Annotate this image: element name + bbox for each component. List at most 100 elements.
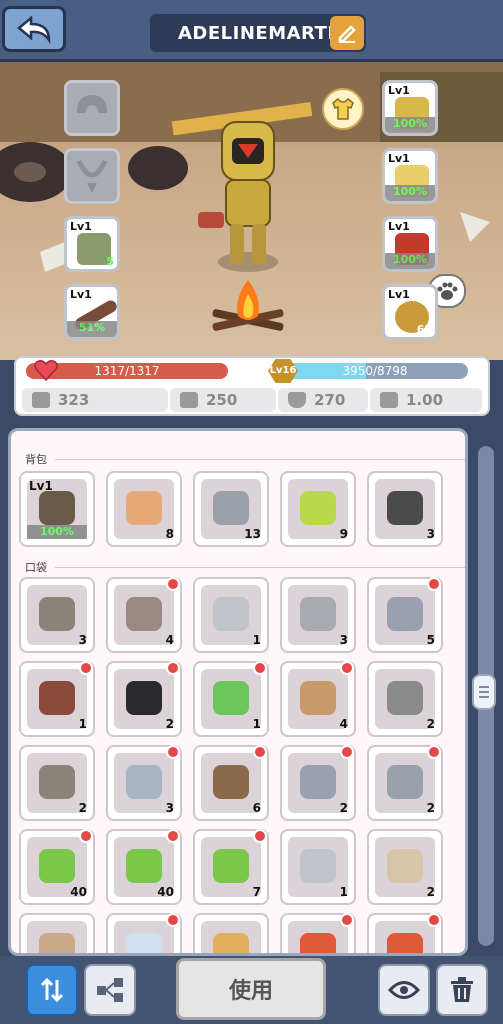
inventory-item[interactable]: 3: [19, 577, 95, 653]
metal-bracket-icon: [300, 765, 336, 799]
item-quantity: 2: [78, 801, 87, 815]
item-background: [114, 921, 174, 953]
pocket-section-header: 口袋: [25, 559, 465, 575]
sort-button[interactable]: [26, 964, 78, 1016]
spring-icon: [126, 597, 162, 631]
inventory-item[interactable]: 3: [280, 577, 356, 653]
edit-name-button[interactable]: [330, 16, 364, 50]
helmet-slot-empty[interactable]: [64, 80, 120, 136]
inventory-item[interactable]: 2: [367, 829, 443, 905]
slot-level: Lv1: [388, 152, 410, 165]
inventory-item[interactable]: 3: [106, 745, 182, 821]
slot-durability: 51%: [67, 321, 117, 337]
inventory-item[interactable]: 40: [106, 829, 182, 905]
metal-plate-icon: [213, 597, 249, 631]
inventory-item[interactable]: 8: [106, 471, 182, 547]
inventory-item[interactable]: 9: [280, 471, 356, 547]
inventory-item[interactable]: [367, 913, 443, 953]
helmet-silhouette-icon: [77, 95, 107, 113]
item-quantity: 1: [339, 885, 348, 899]
metal-plate-icon: [300, 849, 336, 883]
cabbage-icon: [39, 849, 75, 883]
goggles-slot[interactable]: Lv1 62: [382, 284, 438, 340]
xp-text: 3950/8798: [342, 364, 408, 378]
inventory-item[interactable]: [106, 913, 182, 953]
outfit-button[interactable]: [322, 88, 364, 130]
shirt-icon: [332, 97, 354, 120]
inventory-item[interactable]: 1: [193, 577, 269, 653]
inventory-item[interactable]: [19, 913, 95, 953]
paw-icon: [437, 282, 458, 300]
delete-button[interactable]: [436, 964, 488, 1016]
inventory-item[interactable]: [280, 913, 356, 953]
use-button[interactable]: 使用: [176, 958, 326, 1020]
syringe-icon: [300, 491, 336, 525]
bread-icon: [387, 849, 423, 883]
scrollbar-thumb[interactable]: [472, 674, 496, 710]
inventory-item[interactable]: 5: [367, 577, 443, 653]
item-background: [288, 921, 348, 953]
weapon-slot[interactable]: Lv1 51%: [64, 284, 120, 340]
player-name-bar: ADELINEMARTI: [150, 14, 366, 52]
inventory-item[interactable]: 2: [367, 745, 443, 821]
inventory-item[interactable]: 1: [19, 661, 95, 737]
item-quantity: 3: [426, 527, 435, 541]
pencil-icon: [338, 25, 356, 43]
new-item-badge: [166, 829, 180, 843]
inventory-item[interactable]: 2: [280, 745, 356, 821]
necklace-slot-empty[interactable]: [64, 148, 120, 204]
item-level: Lv1: [29, 479, 53, 493]
inventory-panel: 背包 口袋 Lv1 100% 8 13 9 3 3 4 1 3 5 1 2 1 4 2 2 3 6 2 2 40 40 7 1 2: [8, 428, 468, 956]
armor-slot[interactable]: Lv1 100%: [382, 148, 438, 204]
wire-coil-icon: [300, 597, 336, 631]
cabbage-icon: [213, 849, 249, 883]
new-item-badge: [166, 745, 180, 759]
eye-icon: [388, 981, 420, 999]
item-quantity: 2: [426, 885, 435, 899]
slot-level: Lv1: [388, 288, 410, 301]
inventory-item[interactable]: 4: [106, 577, 182, 653]
share-button[interactable]: [84, 964, 136, 1016]
share-nodes-icon: [97, 978, 123, 1002]
paper-icon: [126, 933, 162, 953]
slot-durability: 100%: [385, 117, 435, 133]
crit-sword-icon: [380, 392, 398, 408]
item-background: [375, 921, 435, 953]
new-item-badge: [253, 829, 267, 843]
backpack-slot[interactable]: Lv1 5: [64, 216, 120, 272]
inventory-item[interactable]: [193, 913, 269, 953]
inventory-item[interactable]: 1: [193, 661, 269, 737]
slot-durability: 100%: [385, 253, 435, 269]
inventory-item[interactable]: 40: [19, 829, 95, 905]
helmet-slot[interactable]: Lv1 100%: [382, 80, 438, 136]
item-quantity: 7: [252, 885, 261, 899]
back-button[interactable]: [2, 6, 66, 52]
inventory-item[interactable]: 2: [106, 661, 182, 737]
item-quantity: 4: [165, 633, 174, 647]
inventory-item[interactable]: 4: [280, 661, 356, 737]
defense-stat: 270: [278, 388, 368, 412]
inventory-item[interactable]: 1: [280, 829, 356, 905]
inventory-item[interactable]: 7: [193, 829, 269, 905]
rifle-icon: [39, 491, 75, 525]
backpack-label: 背包: [25, 453, 47, 466]
inventory-item[interactable]: 3: [367, 471, 443, 547]
view-button[interactable]: [378, 964, 430, 1016]
item-quantity: 3: [78, 633, 87, 647]
item-quantity: 1: [252, 633, 261, 647]
inventory-item[interactable]: 13: [193, 471, 269, 547]
pants-slot[interactable]: Lv1 100%: [382, 216, 438, 272]
new-item-badge: [340, 745, 354, 759]
new-item-badge: [427, 913, 441, 927]
inventory-item[interactable]: Lv1 100%: [19, 471, 95, 547]
crystal-icon: [126, 681, 162, 715]
knight-character[interactable]: [198, 121, 275, 264]
item-quantity: 2: [339, 801, 348, 815]
bone-icon: [39, 597, 75, 631]
back-arrow-icon: [17, 15, 51, 44]
speed-value: 250: [206, 391, 238, 409]
inventory-item[interactable]: 6: [193, 745, 269, 821]
inventory-item[interactable]: 2: [367, 661, 443, 737]
inventory-item[interactable]: 2: [19, 745, 95, 821]
boot-icon: [180, 392, 198, 408]
